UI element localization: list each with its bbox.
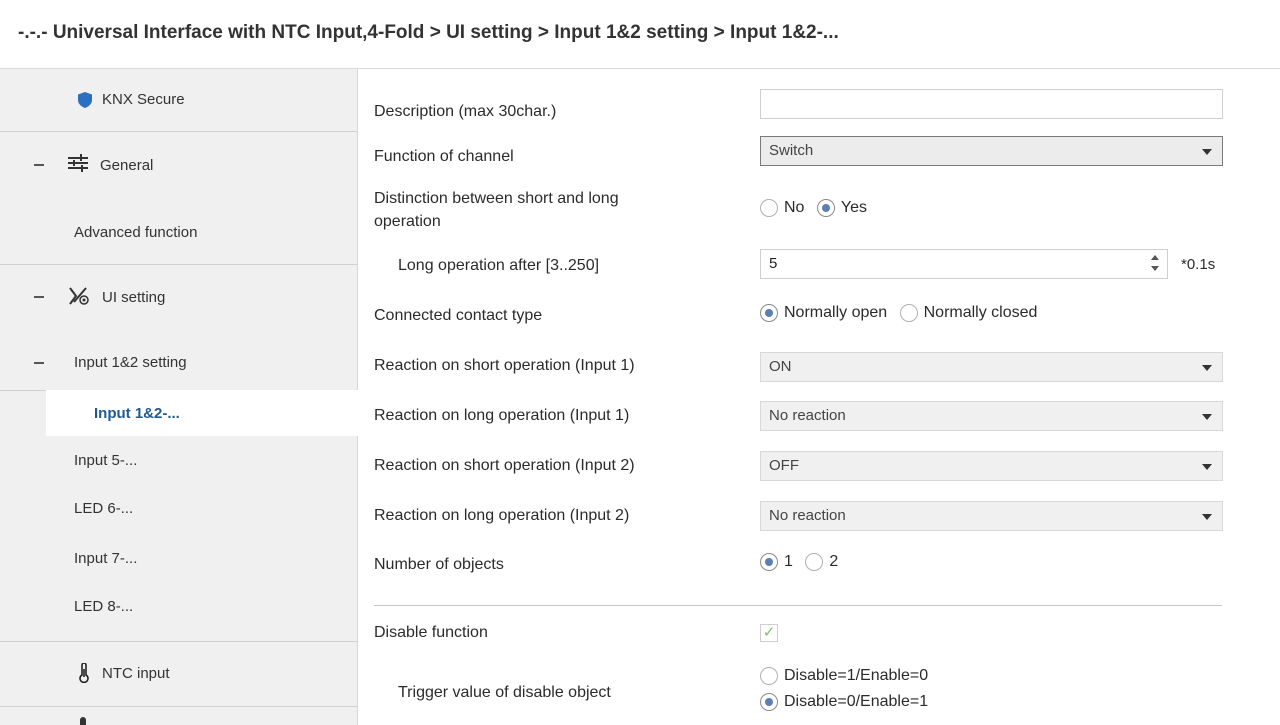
radio-button[interactable] xyxy=(805,553,824,571)
function-of-channel-label: Function of channel xyxy=(374,148,514,165)
radio-button[interactable] xyxy=(760,667,778,685)
sidebar-item-led-6[interactable]: LED 6-... xyxy=(0,484,357,534)
title-bar: -.-.- Universal Interface with NTC Input… xyxy=(0,0,1280,69)
chevron-down-icon xyxy=(1202,414,1212,420)
description-label: Description (max 30char.) xyxy=(374,103,557,120)
number-of-objects-radio-group: 1 2 xyxy=(760,553,846,571)
sidebar-item-label: LED 6-... xyxy=(74,500,134,517)
short-input1-select[interactable]: ON xyxy=(760,352,1223,382)
spinner-arrows[interactable] xyxy=(1151,255,1159,273)
select-value: ON xyxy=(769,358,792,375)
distinction-label-1: Distinction between short and long xyxy=(374,190,619,207)
radio-button[interactable] xyxy=(760,304,778,322)
long-input1-select[interactable]: No reaction xyxy=(760,401,1223,431)
chevron-down-icon xyxy=(1202,464,1212,470)
sidebar-item-label: LED 8-... xyxy=(74,598,134,615)
sidebar-item-label: Input 1&2 setting xyxy=(74,354,187,371)
sidebar-item-input-7[interactable]: Input 7-... xyxy=(0,534,357,582)
radio-button[interactable] xyxy=(760,693,778,711)
sliders-icon xyxy=(68,154,88,172)
sidebar-item-label: Advanced function xyxy=(74,224,198,241)
long-input2-label: Reaction on long operation (Input 2) xyxy=(374,507,630,524)
sidebar-item-knx-secure[interactable]: KNX Secure xyxy=(0,69,357,132)
radio-button[interactable] xyxy=(760,199,778,217)
sidebar-item-input-5[interactable]: Input 5-... xyxy=(0,436,357,484)
select-value: OFF xyxy=(769,457,799,474)
sidebar-item-led-8[interactable]: LED 8-... xyxy=(0,582,357,642)
breadcrumb-title: -.-.- Universal Interface with NTC Input… xyxy=(18,22,839,43)
number-of-objects-label: Number of objects xyxy=(374,556,504,573)
spinbox-value: 5 xyxy=(769,255,778,272)
collapse-icon[interactable] xyxy=(34,296,44,298)
sidebar-item-ui-setting[interactable]: UI setting xyxy=(0,264,357,328)
sidebar-item-label: NTC input xyxy=(102,665,170,682)
sidebar-item-label: KNX Secure xyxy=(102,91,185,108)
collapse-icon[interactable] xyxy=(34,362,44,364)
radio-option-1[interactable]: 1 xyxy=(760,553,793,571)
short-input2-select[interactable]: OFF xyxy=(760,451,1223,481)
shield-icon xyxy=(78,92,92,108)
section-divider xyxy=(374,605,1222,606)
radio-button[interactable] xyxy=(816,199,835,217)
radio-option-no[interactable]: No xyxy=(760,199,804,217)
sidebar-item-label: General xyxy=(100,157,154,174)
sidebar-item-label: UI setting xyxy=(102,289,166,306)
sidebar-item-label: Input 1&2-... xyxy=(94,405,180,422)
contact-type-radio-group: Normally open Normally closed xyxy=(760,304,1045,322)
short-input1-label: Reaction on short operation (Input 1) xyxy=(374,357,635,374)
function-of-channel-select[interactable]: Switch xyxy=(760,136,1223,166)
ui-setting-icon xyxy=(69,287,89,305)
chevron-down-icon xyxy=(1202,514,1212,520)
disable-function-label: Disable function xyxy=(374,624,488,641)
chevron-down-icon xyxy=(1202,365,1212,371)
radio-button[interactable] xyxy=(760,553,778,571)
sidebar-item-general[interactable]: General xyxy=(0,131,357,197)
contact-type-label: Connected contact type xyxy=(374,307,543,324)
trigger-value-label: Trigger value of disable object xyxy=(398,684,611,701)
select-value: Switch xyxy=(769,142,814,159)
partial-icon xyxy=(80,717,86,725)
long-input2-select[interactable]: No reaction xyxy=(760,501,1223,531)
radio-option-normally-closed[interactable]: Normally closed xyxy=(899,304,1037,322)
chevron-down-icon xyxy=(1202,149,1212,155)
parameter-panel: Description (max 30char.) Function of ch… xyxy=(358,69,1280,725)
collapse-icon[interactable] xyxy=(34,164,44,166)
description-input[interactable] xyxy=(760,89,1223,119)
radio-option-normally-open[interactable]: Normally open xyxy=(760,304,887,322)
trigger-option-1[interactable]: Disable=1/Enable=0 xyxy=(760,667,928,685)
sidebar-item-label: Input 5-... xyxy=(74,452,138,469)
sidebar-item-advanced-function[interactable]: Advanced function xyxy=(0,197,357,265)
long-operation-label: Long operation after [3..250] xyxy=(398,257,600,274)
sidebar-item-input-1-2-selected[interactable]: Input 1&2-... xyxy=(46,390,358,436)
radio-option-yes[interactable]: Yes xyxy=(816,199,867,217)
long-operation-spinbox[interactable]: 5 xyxy=(760,249,1168,279)
long-operation-unit: *0.1s xyxy=(1181,256,1216,273)
short-input2-label: Reaction on short operation (Input 2) xyxy=(374,457,635,474)
sidebar-item-label: Input 7-... xyxy=(74,550,138,567)
trigger-option-2[interactable]: Disable=0/Enable=1 xyxy=(760,693,928,711)
distinction-label-2: operation xyxy=(374,213,441,230)
spin-up-icon[interactable] xyxy=(1151,255,1159,260)
long-input1-label: Reaction on long operation (Input 1) xyxy=(374,407,630,424)
thermometer-icon xyxy=(79,663,89,683)
spin-down-icon[interactable] xyxy=(1151,266,1159,271)
distinction-radio-group: No Yes xyxy=(760,199,875,217)
radio-button[interactable] xyxy=(899,304,918,322)
sidebar: KNX Secure General Advanced function UI … xyxy=(0,69,358,725)
sidebar-item-input-1-2-setting[interactable]: Input 1&2 setting xyxy=(0,328,357,391)
disable-function-checkbox[interactable]: ✓ xyxy=(760,624,778,642)
select-value: No reaction xyxy=(769,507,846,524)
radio-option-2[interactable]: 2 xyxy=(805,553,838,571)
select-value: No reaction xyxy=(769,407,846,424)
sidebar-item-ntc-input[interactable]: NTC input xyxy=(0,641,357,707)
